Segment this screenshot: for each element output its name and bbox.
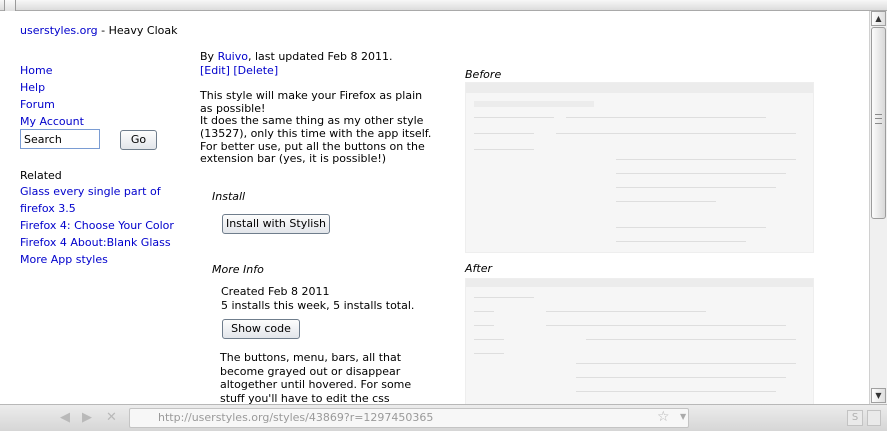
related-heading: Related bbox=[20, 169, 62, 182]
nav-help[interactable]: Help bbox=[20, 79, 84, 96]
search-input[interactable] bbox=[20, 129, 100, 149]
more-info-heading: More Info bbox=[212, 263, 264, 276]
bookmark-star-icon[interactable]: ☆ bbox=[657, 409, 670, 425]
byline-by: By bbox=[200, 50, 218, 63]
more-info-details: Created Feb 8 2011 5 installs this week,… bbox=[221, 285, 414, 313]
top-window-bar bbox=[0, 0, 887, 19]
nav-forum[interactable]: Forum bbox=[20, 96, 84, 113]
stop-icon[interactable]: ✕ bbox=[106, 411, 117, 425]
scroll-up-icon[interactable]: ▲ bbox=[871, 11, 886, 26]
scroll-down-icon[interactable]: ▼ bbox=[871, 388, 886, 403]
page-viewport: userstyles.org - Heavy Cloak Home Help F… bbox=[0, 11, 869, 404]
edit-links: [Edit] [Delete] bbox=[200, 64, 435, 78]
site-link[interactable]: userstyles.org bbox=[20, 24, 98, 37]
scrollbar-thumb[interactable] bbox=[871, 27, 886, 219]
byline: By Ruivo, last updated Feb 8 2011. bbox=[200, 50, 435, 64]
vertical-scrollbar[interactable]: ▲ ▼ bbox=[869, 11, 887, 404]
related-item[interactable]: More App styles bbox=[20, 251, 190, 268]
main-content: By Ruivo, last updated Feb 8 2011. [Edit… bbox=[200, 50, 435, 166]
related-item[interactable]: Glass every single part of firefox 3.5 bbox=[20, 183, 190, 217]
browser-toolbar: ◀ ▶ ✕ http://userstyles.org/styles/43869… bbox=[0, 404, 887, 431]
description-line: It does the same thing as my other style… bbox=[200, 114, 432, 140]
show-code-button[interactable]: Show code bbox=[222, 319, 300, 339]
left-nav: Home Help Forum My Account bbox=[20, 62, 84, 130]
after-screenshot-image[interactable] bbox=[465, 278, 814, 404]
related-list: Glass every single part of firefox 3.5 F… bbox=[20, 183, 190, 268]
description: This style will make your Firefox as pla… bbox=[200, 89, 435, 166]
history-dropdown-icon[interactable]: ▼ bbox=[680, 412, 686, 421]
status-resize-icon[interactable] bbox=[867, 410, 881, 426]
stylish-icon[interactable]: S bbox=[847, 410, 863, 426]
back-arrow-icon[interactable]: ◀ bbox=[60, 411, 70, 425]
style-name: Heavy Cloak bbox=[108, 24, 178, 37]
forward-arrow-icon[interactable]: ▶ bbox=[82, 411, 92, 425]
before-label: Before bbox=[465, 68, 502, 81]
nav-home[interactable]: Home bbox=[20, 62, 84, 79]
more-info-notes: The buttons, menu, bars, all that become… bbox=[220, 351, 412, 404]
description-line: This style will make your Firefox as pla… bbox=[200, 89, 423, 115]
address-bar[interactable]: http://userstyles.org/styles/43869?r=129… bbox=[129, 408, 689, 428]
after-label: After bbox=[465, 262, 493, 275]
before-screenshot-image[interactable] bbox=[465, 82, 814, 253]
related-item[interactable]: Firefox 4: Choose Your Color bbox=[20, 217, 190, 234]
install-with-stylish-button[interactable]: Install with Stylish bbox=[222, 214, 330, 234]
created-date: Created Feb 8 2011 bbox=[221, 285, 330, 298]
description-line: For better use, put all the buttons on t… bbox=[200, 139, 425, 166]
delete-link[interactable]: [Delete] bbox=[233, 64, 278, 77]
nav-my-account[interactable]: My Account bbox=[20, 113, 84, 130]
site-header: userstyles.org - Heavy Cloak bbox=[20, 24, 177, 37]
install-count: 5 installs this week, 5 installs total. bbox=[221, 299, 415, 312]
author-link[interactable]: Ruivo bbox=[218, 50, 248, 63]
byline-updated: , last updated Feb 8 2011. bbox=[247, 50, 393, 63]
edit-link[interactable]: [Edit] bbox=[200, 64, 230, 77]
search-go-button[interactable]: Go bbox=[120, 130, 157, 150]
related-item[interactable]: Firefox 4 About:Blank Glass bbox=[20, 234, 190, 251]
install-heading: Install bbox=[212, 190, 246, 203]
header-separator: - bbox=[97, 24, 109, 37]
